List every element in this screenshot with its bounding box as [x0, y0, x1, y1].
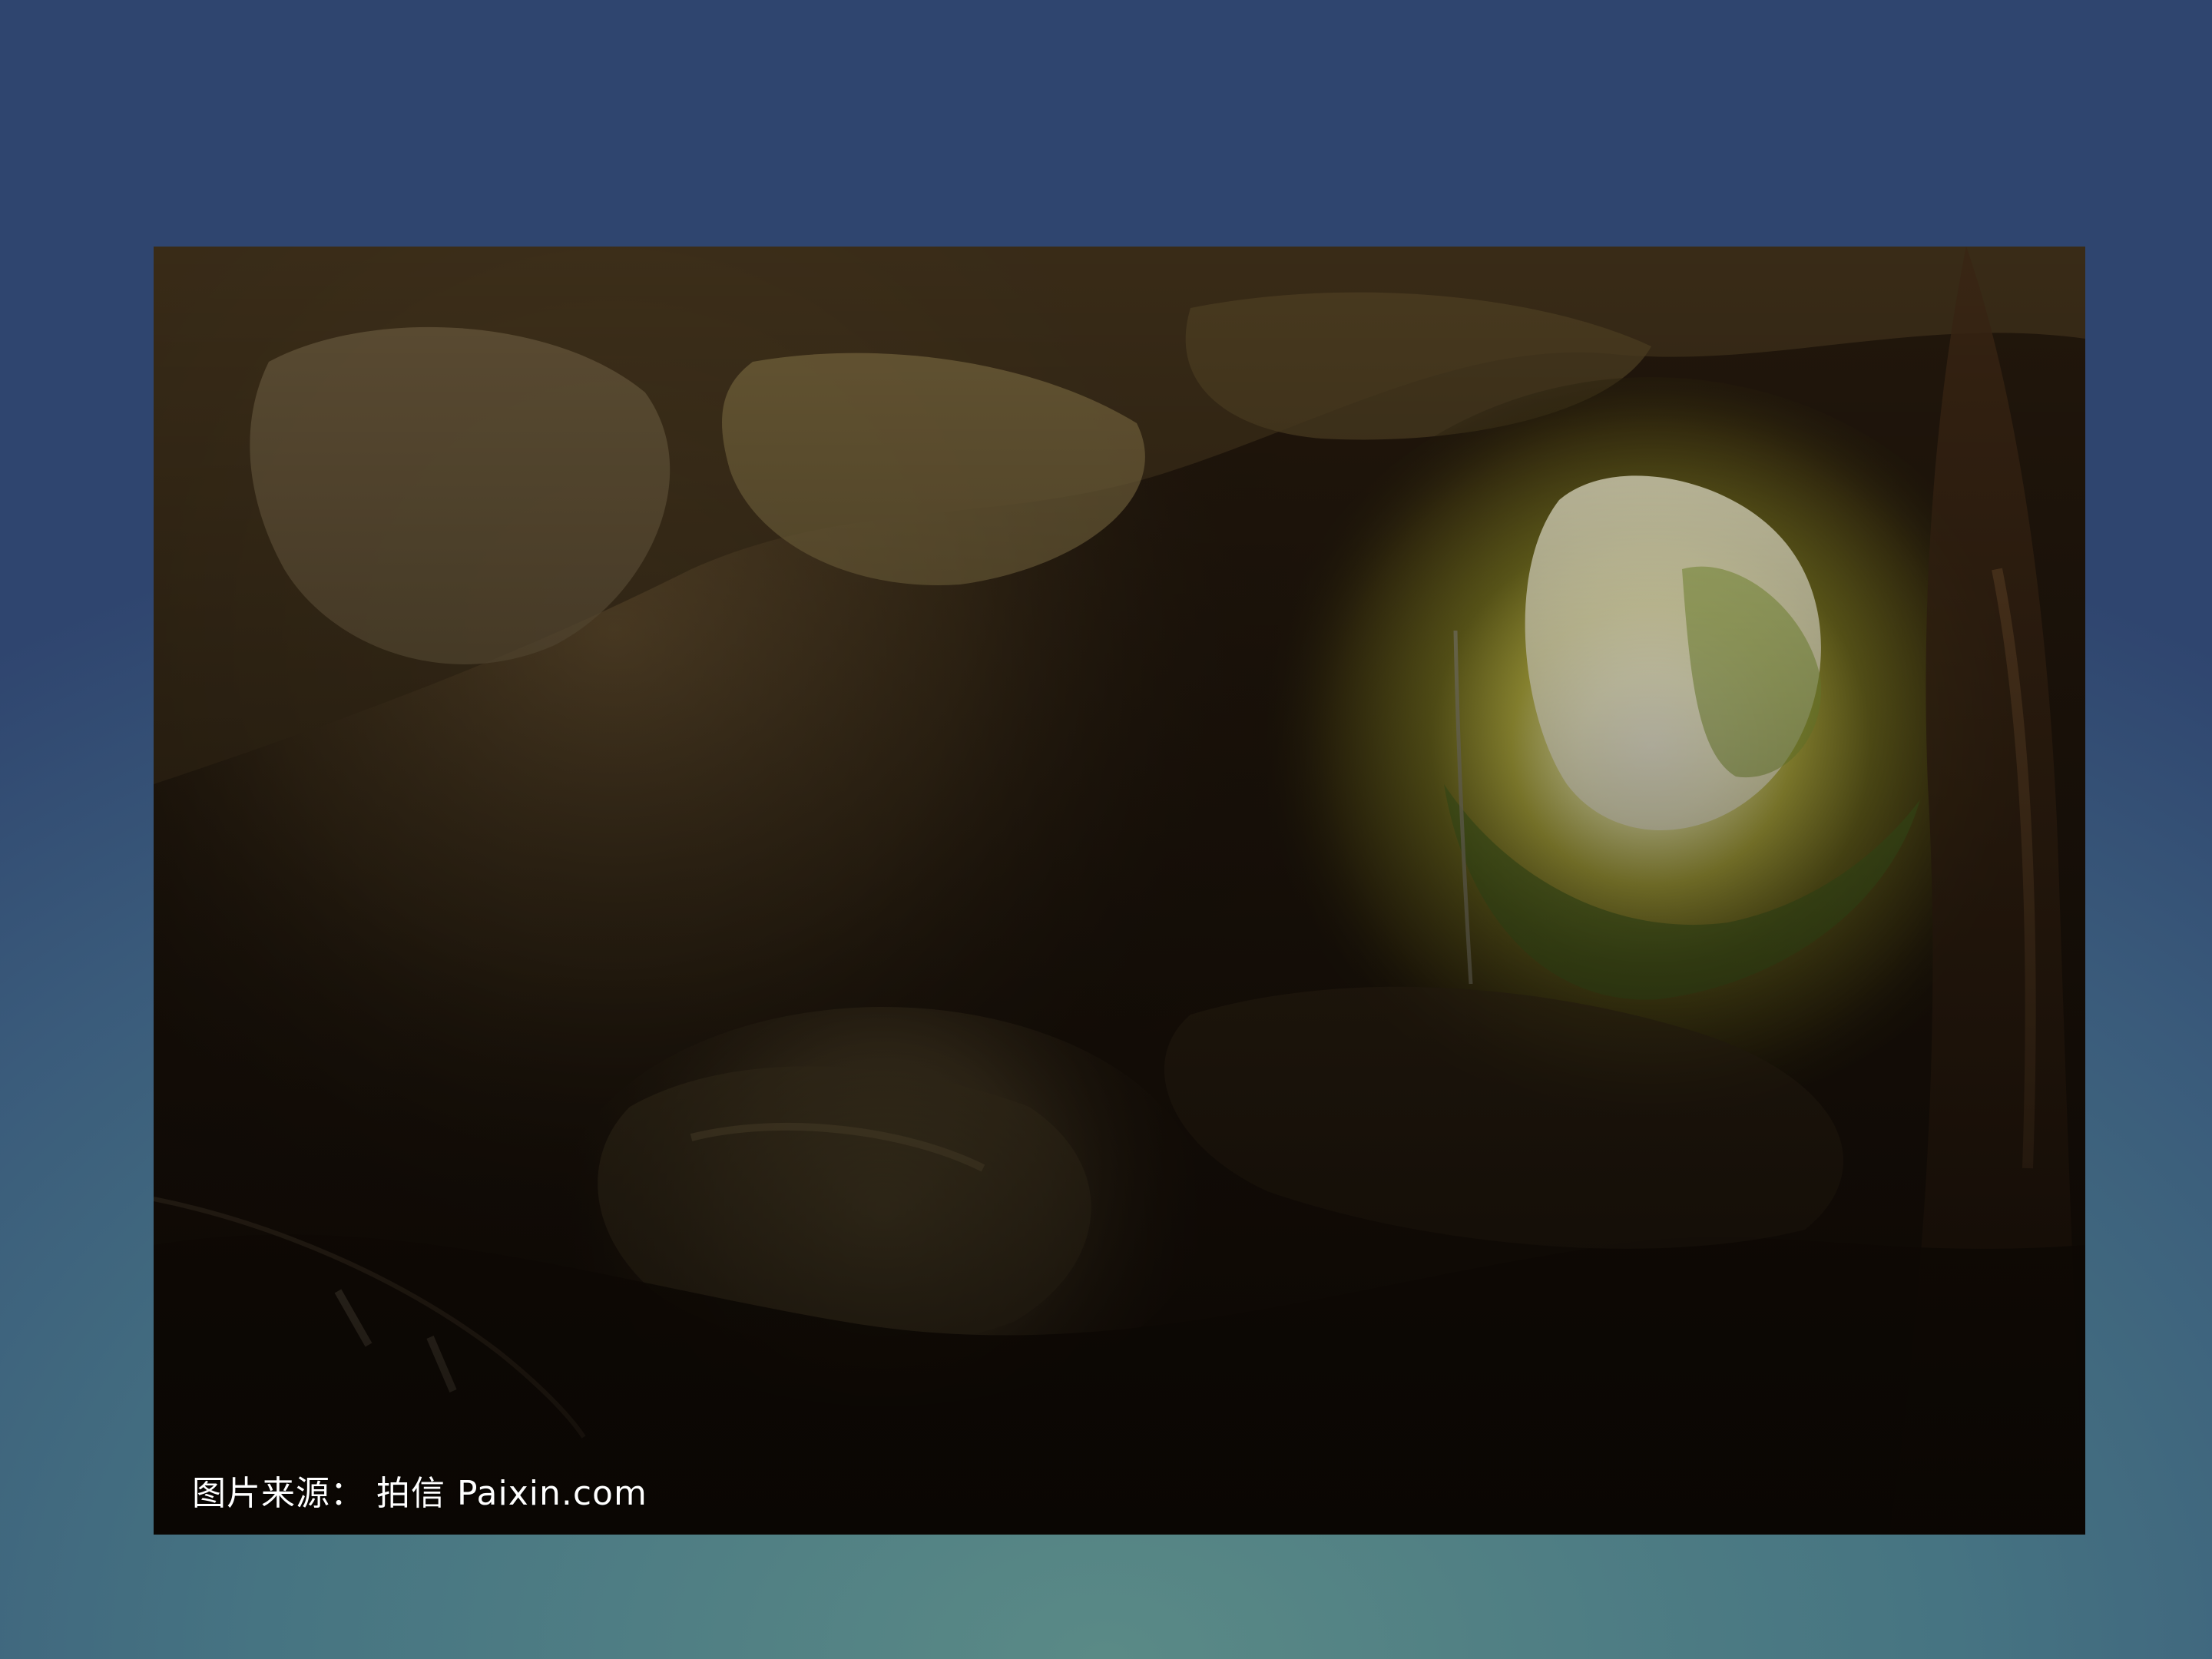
cave-photo: 图片来源： 拍信 Paixin.com [154, 247, 2085, 1535]
image-credit: 图片来源： 拍信 Paixin.com [192, 1474, 647, 1513]
slide: 图片来源： 拍信 Paixin.com [0, 0, 2212, 1659]
cave-image [154, 247, 2085, 1535]
